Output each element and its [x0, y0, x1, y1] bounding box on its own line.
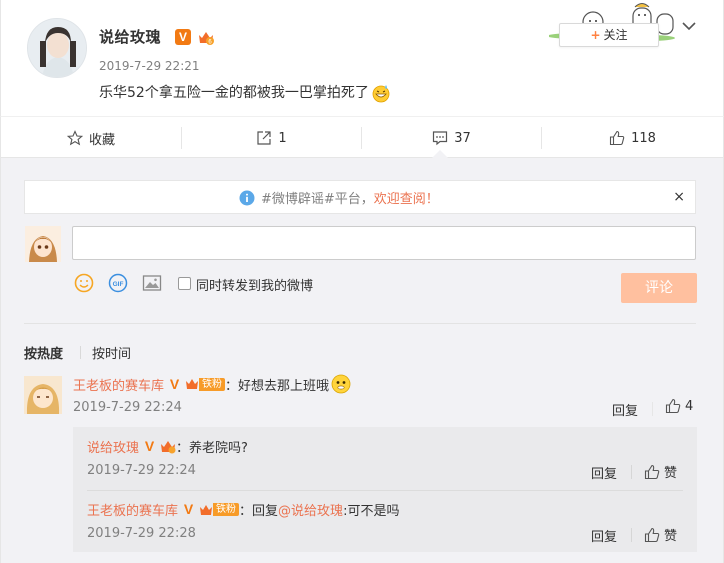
reply-line: 王老板的赛车库 V 铁粉 ： 回复 @说给玫瑰 :可不是吗	[87, 500, 399, 519]
repost-checkbox-label[interactable]: 同时转发到我的微博	[196, 275, 313, 294]
reply-line: 说给玫瑰 V ： 养老院吗?	[87, 437, 248, 456]
current-user-avatar[interactable]	[25, 226, 61, 262]
close-icon[interactable]: ×	[673, 189, 685, 205]
post-timestamp[interactable]: 2019-7-29 22:21	[99, 59, 200, 73]
reply-author[interactable]: 王老板的赛车库	[87, 500, 178, 519]
fan-badge[interactable]: 铁粉	[185, 377, 226, 392]
repost-button[interactable]: 1	[182, 117, 361, 159]
sort-by-time-tab[interactable]: 按时间	[92, 343, 131, 362]
reply-timestamp: 2019-7-29 22:24	[87, 463, 196, 478]
sort-by-hot-tab[interactable]: 按热度	[24, 343, 63, 362]
reply-like-label: 赞	[664, 529, 678, 544]
gif-icon[interactable]: GIF	[108, 273, 128, 293]
reply-like-button[interactable]: 赞	[644, 525, 677, 544]
post-author-name[interactable]: 说给玫瑰	[99, 26, 161, 47]
repost-count: 1	[278, 130, 287, 146]
verified-badge-icon[interactable]: V	[182, 502, 195, 516]
chevron-down-icon[interactable]	[681, 18, 697, 34]
crown-icon	[200, 504, 213, 515]
verified-badge-icon[interactable]: V	[168, 377, 181, 391]
post-card: 说给玫瑰 V 6 2019-7-29 22:21 乐华52个拿五险一金的都被我一…	[0, 0, 724, 116]
reply-button[interactable]: 回复	[591, 526, 617, 545]
action-divider	[631, 465, 632, 479]
thumbs-up-icon	[610, 130, 625, 146]
star-icon	[66, 130, 83, 146]
comment-line: 王老板的赛车库 V 铁粉 ： 好想去那上班哦	[73, 373, 352, 395]
comment-colon: ：	[225, 378, 239, 394]
thumbs-up-icon	[665, 398, 681, 414]
repost-checkbox[interactable]	[178, 277, 191, 290]
commenter-avatar[interactable]	[24, 376, 62, 414]
reply-like-button[interactable]: 赞	[644, 462, 677, 481]
reply-timestamp: 2019-7-29 22:28	[87, 526, 196, 541]
reply-colon: ：	[239, 504, 253, 519]
submit-comment-button[interactable]: 评论	[621, 273, 697, 303]
reply-button[interactable]: 回复	[612, 400, 638, 419]
follow-label: 关注	[603, 28, 628, 42]
reply-text: :可不是吗	[343, 504, 400, 519]
gif-label: GIF	[113, 281, 124, 288]
info-icon	[239, 190, 255, 205]
fan-badge-label: 铁粉	[213, 503, 240, 516]
comment-button[interactable]: 37	[362, 117, 541, 159]
active-tab-indicator	[432, 150, 448, 158]
notice-text: #微博辟谣#平台，	[261, 192, 374, 207]
comment-icon	[433, 131, 448, 146]
post-text: 乐华52个拿五险一金的都被我一巴掌拍死了	[99, 85, 369, 101]
thumbs-up-icon	[644, 527, 660, 542]
emoji-picker-icon[interactable]	[74, 273, 94, 293]
follow-button[interactable]: + 关注	[559, 23, 659, 47]
reply-like-label: 赞	[664, 466, 678, 481]
thumbs-up-icon	[644, 464, 660, 479]
reply-text: 养老院吗?	[189, 441, 248, 456]
post-action-bar: 收藏 1 37 118	[0, 116, 724, 158]
post-content: 乐华52个拿五险一金的都被我一巴掌拍死了	[99, 82, 391, 103]
image-upload-icon[interactable]	[142, 273, 162, 293]
comment-text: 好想去那上班哦	[238, 378, 330, 394]
like-button[interactable]: 118	[542, 117, 723, 159]
verified-badge-icon[interactable]: V	[143, 439, 156, 453]
share-icon	[257, 131, 271, 145]
favorite-label: 收藏	[88, 132, 115, 148]
verified-badge-icon[interactable]: V	[175, 29, 191, 45]
like-count: 118	[631, 130, 656, 146]
comment-input[interactable]	[72, 226, 696, 260]
action-divider	[631, 528, 632, 542]
grin-sweat-emoji-icon	[372, 85, 390, 103]
post-author-avatar[interactable]	[27, 18, 87, 78]
fan-badge-label: 铁粉	[199, 377, 226, 391]
comment-like-button[interactable]: 4	[665, 398, 693, 414]
crown-icon	[186, 379, 199, 389]
comment-like-count: 4	[685, 398, 694, 414]
notice-link[interactable]: 欢迎查阅！	[374, 188, 439, 207]
rumor-notice-bar: #微博辟谣#平台， 欢迎查阅！ ×	[24, 180, 696, 214]
composer-divider	[24, 323, 696, 324]
reply-author[interactable]: 说给玫瑰	[87, 437, 139, 456]
fan-badge[interactable]: 铁粉	[199, 502, 240, 517]
sort-divider	[80, 346, 81, 359]
mention-link[interactable]: @说给玫瑰	[278, 500, 343, 519]
member-crown-icon[interactable]	[160, 439, 176, 455]
comment-count: 37	[454, 130, 471, 146]
member-crown-icon[interactable]: 6	[197, 29, 215, 47]
reply-divider	[87, 490, 683, 491]
comment-author[interactable]: 王老板的赛车库	[73, 375, 164, 394]
action-divider	[652, 402, 653, 416]
reply-colon: ：	[176, 441, 190, 456]
favorite-button[interactable]: 收藏	[1, 117, 181, 159]
comment-timestamp: 2019-7-29 22:24	[73, 400, 182, 415]
plus-icon: +	[590, 28, 601, 42]
reply-button[interactable]: 回复	[591, 463, 617, 482]
smile-emoji-icon	[331, 374, 351, 394]
reply-prefix: 回复	[252, 504, 279, 519]
